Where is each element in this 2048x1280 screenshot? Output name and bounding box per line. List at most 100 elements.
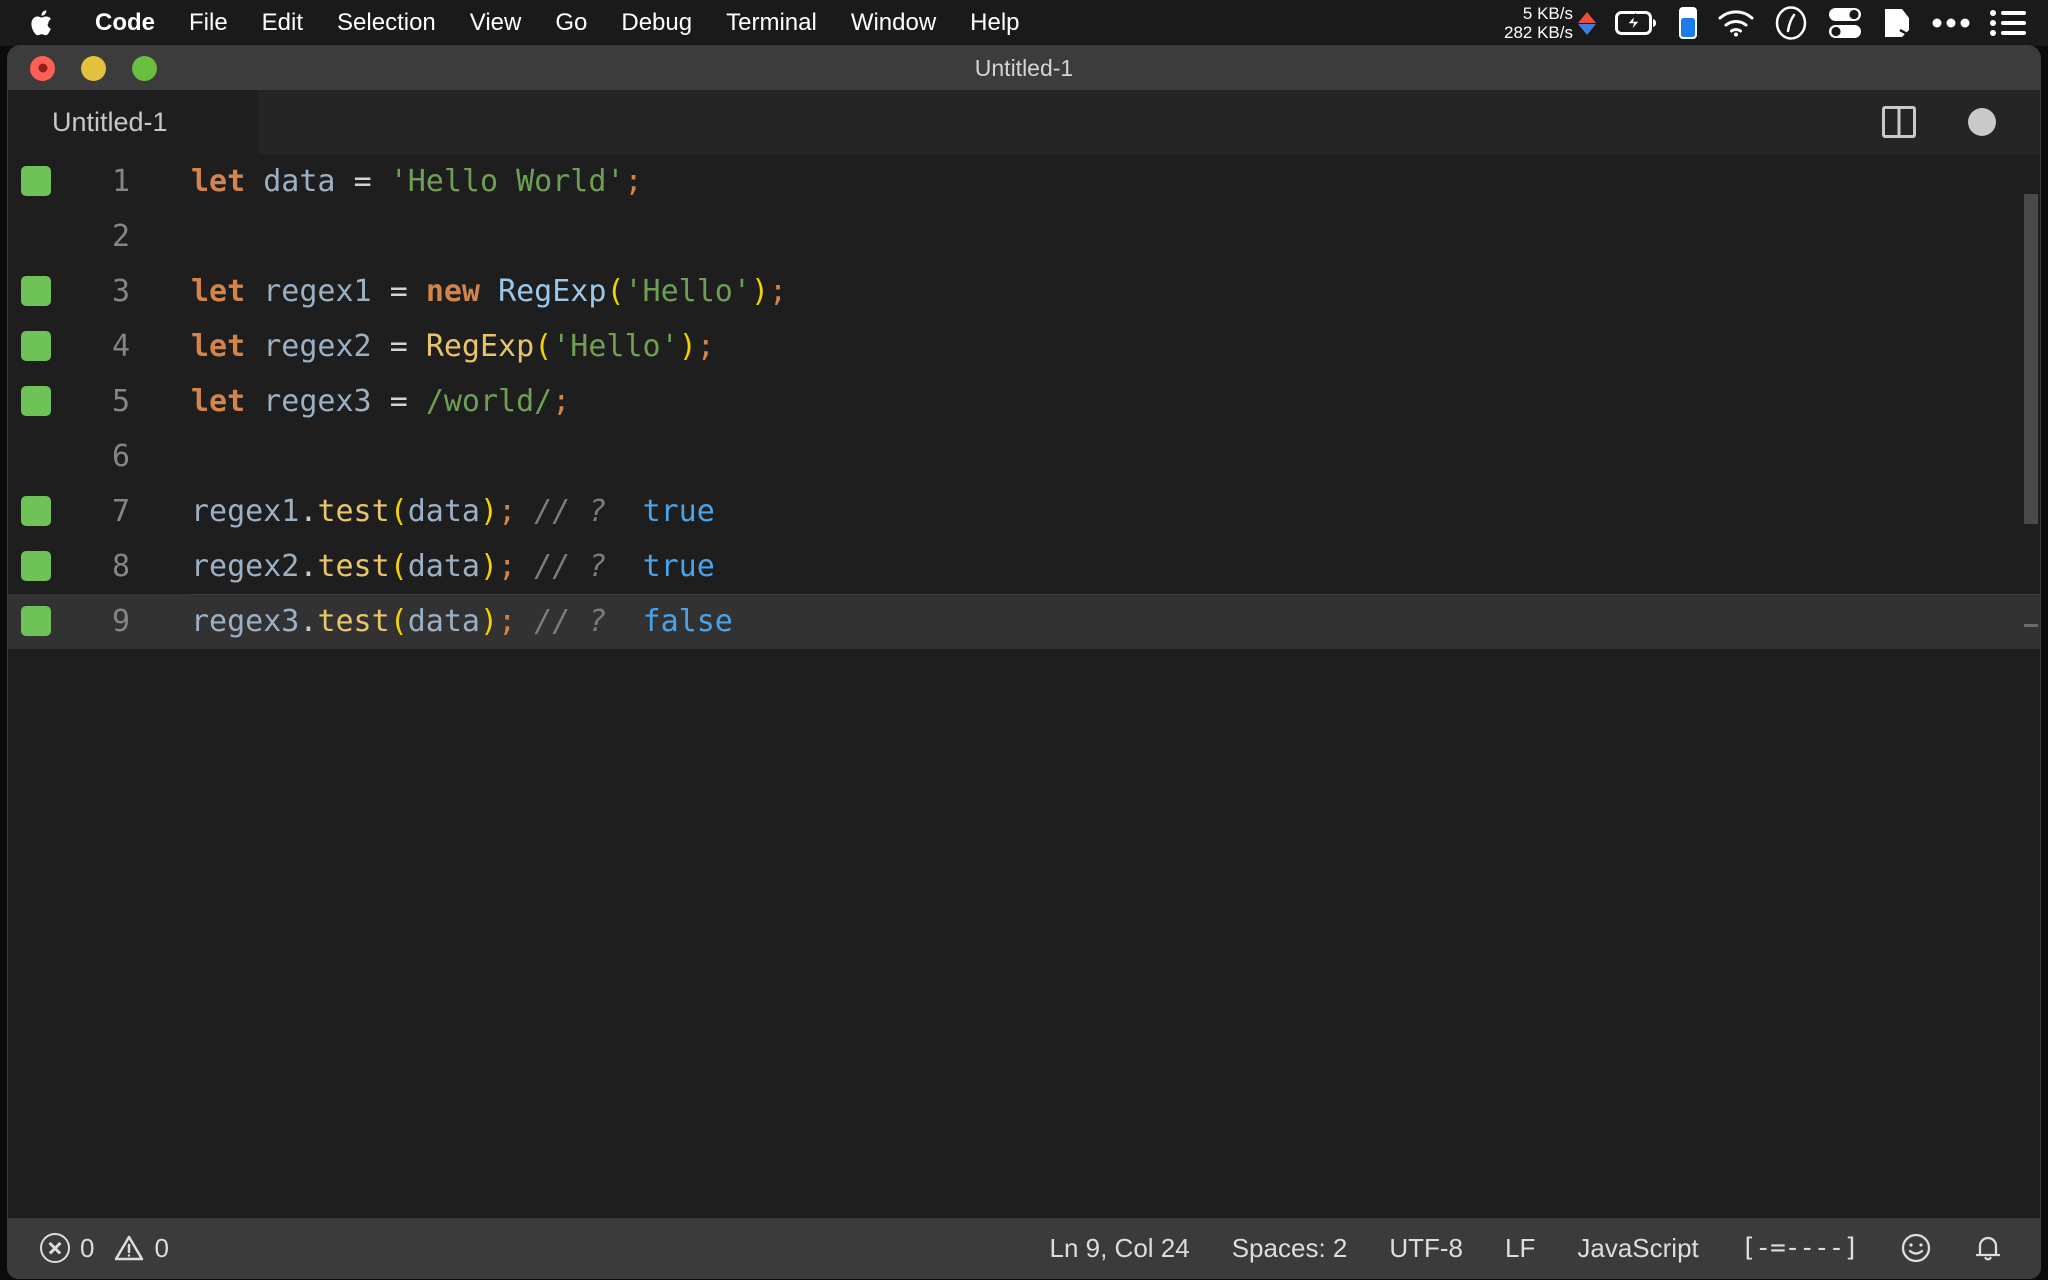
toggles-icon[interactable] (1827, 6, 1863, 40)
code-line[interactable]: 9 regex3.test(data); // ? false (8, 594, 2040, 649)
clock-icon[interactable] (1774, 6, 1808, 40)
code-token: let (191, 164, 246, 199)
code-line[interactable]: 4 let regex2 = RegExp('Hello'); (8, 319, 2040, 374)
wifi-icon[interactable] (1717, 9, 1755, 37)
code-line[interactable]: 8 regex2.test(data); // ? true (8, 539, 2040, 594)
menu-item-view[interactable]: View (453, 0, 539, 46)
line-content: let regex3 = /world/; (191, 384, 570, 419)
code-token: regex2 (263, 329, 372, 364)
line-number: 4 (111, 329, 130, 364)
indentation-setting[interactable]: Spaces: 2 (1232, 1233, 1348, 1264)
code-token: let (191, 384, 246, 419)
code-token: new (425, 274, 480, 309)
code-line[interactable]: 5 let regex3 = /world/; (8, 374, 2040, 429)
code-line[interactable]: 2 (8, 209, 2040, 264)
bell-icon[interactable] (1974, 1232, 2002, 1264)
code-token: 'Hello' (552, 329, 679, 364)
menu-item-selection[interactable]: Selection (320, 0, 453, 46)
menu-item-debug[interactable]: Debug (604, 0, 709, 46)
tab-untitled-1[interactable]: Untitled-1 (8, 90, 258, 154)
code-token: regex2 (191, 549, 300, 584)
editor-actions (1882, 106, 2040, 138)
error-count: 0 (80, 1232, 95, 1263)
menu-item-help[interactable]: Help (953, 0, 1036, 46)
menu-item-window[interactable]: Window (834, 0, 953, 46)
bookmark-icon[interactable] (1882, 6, 1912, 40)
code-editor[interactable]: 1 let data = 'Hello World'; 2 3 let regex1 =… (8, 154, 2040, 1218)
code-token: . (299, 604, 318, 639)
menu-item-file[interactable]: File (172, 0, 245, 46)
line-number: 7 (111, 494, 130, 529)
network-speed-indicator[interactable]: 5 KB/s 282 KB/s (1504, 4, 1596, 42)
line-number: 5 (111, 384, 130, 419)
code-token: ) (480, 604, 499, 639)
code-token: ) (480, 549, 499, 584)
menu-item-code[interactable]: Code (78, 0, 172, 46)
code-token: true (642, 494, 715, 529)
scrollbar-thumb[interactable] (2024, 194, 2038, 524)
code-line[interactable]: 1 let data = 'Hello World'; (8, 154, 2040, 209)
unsaved-dot-icon[interactable] (1968, 108, 1996, 136)
quokka-coverage-marker (21, 331, 51, 361)
code-token: test (317, 604, 390, 639)
line-number: 1 (111, 164, 130, 199)
memory-gauge-icon[interactable] (1678, 6, 1698, 40)
apple-logo-icon[interactable] (26, 6, 56, 40)
menubar-left: Code File Edit Selection View Go Debug T… (0, 0, 1037, 46)
code-token: // ? (534, 494, 607, 529)
line-content: regex2.test(data); // ? true (191, 549, 715, 584)
ellipsis-icon[interactable] (1931, 17, 1971, 29)
download-arrow-icon (1578, 23, 1596, 35)
menu-item-terminal[interactable]: Terminal (709, 0, 834, 46)
code-token: 'Hello World' (389, 164, 625, 199)
code-lines-container: 1 let data = 'Hello World'; 2 3 let regex1 =… (8, 154, 2040, 649)
code-token: test (317, 494, 390, 529)
code-token: = (389, 384, 408, 419)
code-token: regex3 (191, 604, 300, 639)
network-arrows (1578, 11, 1596, 35)
editor-vertical-scrollbar[interactable] (2022, 154, 2040, 1218)
code-token: ) (750, 274, 769, 309)
menu-item-edit[interactable]: Edit (245, 0, 320, 46)
code-token: ) (480, 494, 499, 529)
code-line[interactable]: 7 regex1.test(data); // ? true (8, 484, 2040, 539)
line-content: let data = 'Hello World'; (191, 164, 643, 199)
language-mode[interactable]: JavaScript (1577, 1233, 1698, 1264)
split-editor-icon[interactable] (1882, 106, 1916, 138)
battery-charging-icon[interactable] (1615, 10, 1659, 36)
code-token: ( (389, 549, 408, 584)
smiley-icon[interactable] (1900, 1232, 1932, 1264)
code-token: ; (498, 494, 517, 529)
gutter-spacer (21, 441, 51, 471)
code-token: ; (498, 604, 517, 639)
file-encoding[interactable]: UTF-8 (1389, 1233, 1463, 1264)
menu-item-go[interactable]: Go (538, 0, 604, 46)
code-token: // ? (534, 549, 607, 584)
code-token: regex1 (191, 494, 300, 529)
quokka-coverage-marker (21, 386, 51, 416)
cursor-position[interactable]: Ln 9, Col 24 (1050, 1233, 1190, 1264)
control-center-list-icon[interactable] (1990, 9, 2026, 37)
code-line[interactable]: 3 let regex1 = new RegExp('Hello'); (8, 264, 2040, 319)
code-token: test (317, 549, 390, 584)
editor-tabbar: Untitled-1 (8, 90, 2040, 154)
tab-label: Untitled-1 (52, 106, 168, 137)
code-token: . (299, 549, 318, 584)
quokka-status[interactable]: [-=----] (1741, 1233, 1859, 1263)
code-token: let (191, 274, 246, 309)
end-of-line-setting[interactable]: LF (1505, 1233, 1535, 1264)
problems-status[interactable]: 0 0 (40, 1233, 169, 1264)
warning-count: 0 (154, 1232, 169, 1263)
quokka-coverage-marker (21, 551, 51, 581)
status-bar: 0 0 Ln 9, Col 24 Spaces: 2 UTF-8 LF Java… (8, 1218, 2040, 1278)
code-line[interactable]: 6 (8, 429, 2040, 484)
